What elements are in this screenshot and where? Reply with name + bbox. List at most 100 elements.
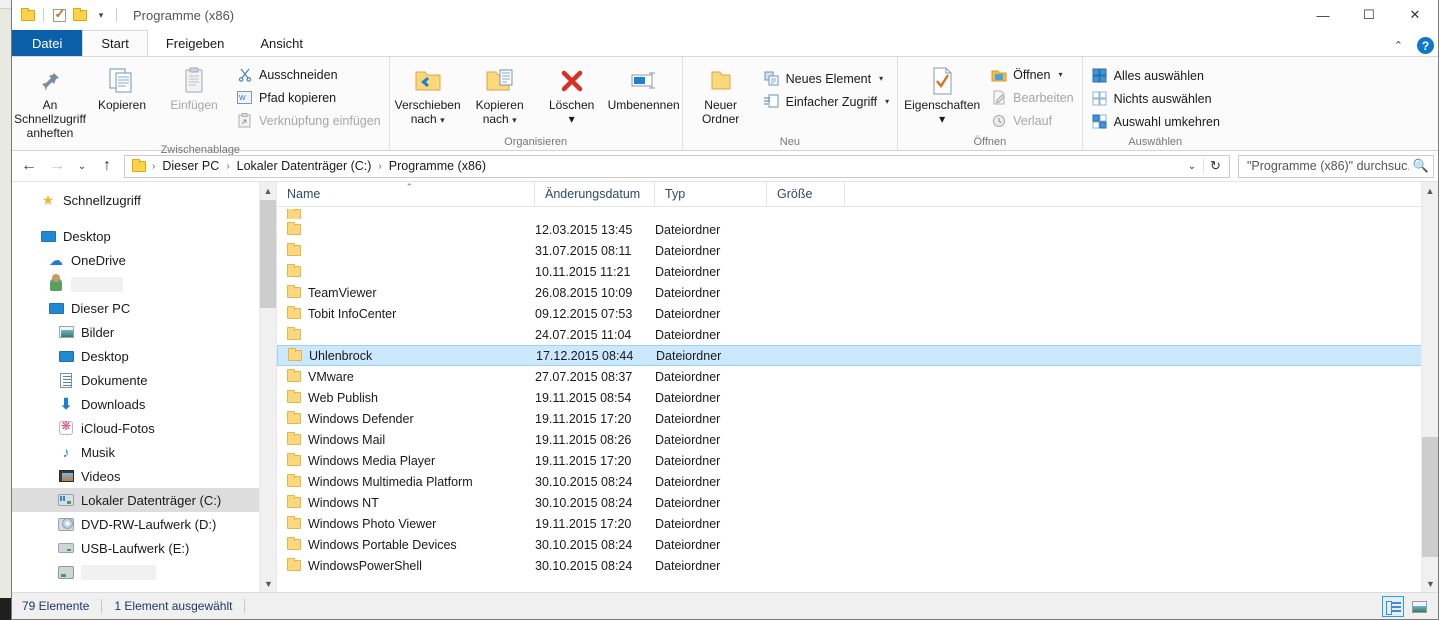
breadcrumb-dieser-pc[interactable]: Dieser PC bbox=[157, 156, 224, 177]
sidebar-item-musik[interactable]: ♪ Musik bbox=[12, 440, 276, 464]
tab-start[interactable]: Start bbox=[82, 30, 148, 56]
table-row[interactable]: Tooling 24.07.2015 11:04 Dateiordner bbox=[277, 324, 1438, 345]
column-header-name[interactable]: ⌃ Name bbox=[277, 182, 535, 207]
delete-button[interactable]: Löschen ▾ bbox=[536, 61, 608, 129]
sidebar-item-network-drive[interactable]: Netzlaufwerk bbox=[12, 560, 276, 584]
address-dropdown-button[interactable]: ⌄ bbox=[1181, 161, 1203, 172]
table-row[interactable]: Windows Portable Devices 30.10.2015 08:24… bbox=[277, 534, 1438, 555]
select-none-button[interactable]: Nichts auswählen bbox=[1085, 87, 1226, 110]
tab-freigeben[interactable]: Freigeben bbox=[148, 30, 243, 56]
scroll-up-arrow-icon[interactable]: ▲ bbox=[1422, 182, 1438, 199]
column-header-typ[interactable]: Typ bbox=[655, 182, 767, 207]
properties-button[interactable]: Eigenschaften ▾ bbox=[900, 61, 984, 129]
ribbon-collapse-button[interactable]: ⌃ bbox=[1388, 37, 1409, 54]
edit-button[interactable]: Bearbeiten bbox=[984, 86, 1079, 109]
sort-ascending-icon: ⌃ bbox=[405, 182, 414, 192]
sidebar-item-user[interactable]: Benutzer bbox=[12, 272, 276, 296]
new-item-button[interactable]: Neues Element ▾ bbox=[757, 67, 896, 90]
copy-path-button[interactable]: W Pfad kopieren bbox=[230, 86, 387, 109]
file-type-cell: Dateiordner bbox=[655, 264, 721, 279]
sidebar-label: Benutzer bbox=[71, 276, 124, 292]
table-row[interactable]: Programm 10.11.2015 11:21 Dateiordner bbox=[277, 261, 1438, 282]
table-row[interactable]: WindowsPowerShell 30.10.2015 08:24 Dateior… bbox=[277, 555, 1438, 576]
close-button[interactable]: ✕ bbox=[1392, 0, 1438, 30]
sidebar-item-desktop[interactable]: Desktop bbox=[12, 224, 276, 248]
new-folder-button[interactable]: Neuer Ordner bbox=[685, 61, 757, 129]
table-row[interactable]: TeamViewer 26.08.2015 10:09 Dateiordner bbox=[277, 282, 1438, 303]
pin-to-quick-access-button[interactable]: An Schnellzugriff anheften bbox=[14, 61, 86, 143]
folder-icon bbox=[288, 348, 302, 361]
file-type-cell: Dateiordner bbox=[655, 306, 721, 321]
tab-datei[interactable]: Datei bbox=[12, 30, 83, 56]
sidebar-item-usb-laufwerk-e[interactable]: USB-Laufwerk (E:) bbox=[12, 536, 276, 560]
qat-new-folder-icon[interactable] bbox=[70, 5, 90, 25]
select-all-button[interactable]: Alles auswählen bbox=[1085, 64, 1226, 87]
rename-button[interactable]: Umbenennen bbox=[608, 61, 680, 115]
copy-button[interactable]: Kopieren bbox=[86, 61, 158, 115]
maximize-button[interactable]: ☐ bbox=[1346, 0, 1392, 30]
sidebar-scrollbar[interactable]: ▲ ▼ bbox=[259, 182, 276, 592]
file-name-cell: Windows Multimedia Platform bbox=[277, 474, 535, 489]
table-row[interactable]: Windows Mail 19.11.2015 08:26 Dateiordner bbox=[277, 429, 1438, 450]
details-view-button[interactable] bbox=[1382, 596, 1404, 617]
scroll-up-arrow-icon[interactable]: ▲ bbox=[260, 182, 276, 199]
qat-customize-dropdown[interactable]: ▾ bbox=[91, 5, 111, 25]
qat-properties-check-icon[interactable] bbox=[49, 5, 69, 25]
open-button[interactable]: Öffnen ▾ bbox=[984, 63, 1079, 86]
table-row[interactable]: Tobit InfoCenter 09.12.2015 07:53 Dateiord… bbox=[277, 303, 1438, 324]
background-window-edge[interactable] bbox=[0, 0, 11, 620]
sidebar-item-schnellzugriff[interactable]: ★ Schnellzugriff bbox=[12, 188, 276, 212]
sidebar-item-desktop-2[interactable]: Desktop bbox=[12, 344, 276, 368]
properties-dropdown-caret[interactable]: ▾ bbox=[939, 112, 945, 126]
search-box[interactable]: "Programme (x86)" durchsuc... 🔍 bbox=[1238, 154, 1434, 178]
hard-drive-icon bbox=[58, 492, 74, 508]
breadcrumb-lokaler-datentraeger[interactable]: Lokaler Datenträger (C:) bbox=[232, 156, 377, 177]
cut-button[interactable]: Ausschneiden bbox=[230, 63, 387, 86]
history-button[interactable]: Verlauf bbox=[984, 109, 1079, 132]
paste-shortcut-button[interactable]: Verknüpfung einfügen bbox=[230, 109, 387, 132]
sidebar-scrollbar-thumb[interactable] bbox=[260, 200, 276, 308]
minimize-button[interactable]: — bbox=[1300, 0, 1346, 30]
sidebar-item-lokaler-datentraeger-c[interactable]: Lokaler Datenträger (C:) bbox=[12, 488, 276, 512]
sidebar-item-dvd-rw-laufwerk-d[interactable]: DVD-RW-Laufwerk (D:) bbox=[12, 512, 276, 536]
move-to-button[interactable]: Verschieben nach ▾ bbox=[392, 61, 464, 130]
scroll-down-arrow-icon[interactable]: ▼ bbox=[260, 575, 276, 592]
table-row[interactable]: Web Publish 19.11.2015 08:54 Dateiordner bbox=[277, 387, 1438, 408]
paste-button[interactable]: Einfügen bbox=[158, 61, 230, 115]
copy-to-button[interactable]: Kopieren nach ▾ bbox=[464, 61, 536, 130]
delete-dropdown-caret[interactable]: ▾ bbox=[569, 112, 575, 126]
breadcrumb-programme-x86[interactable]: Programme (x86) bbox=[384, 156, 491, 177]
help-button[interactable]: ? bbox=[1417, 37, 1434, 54]
table-row[interactable]: Adobe 12.03.2015 13:45 Dateiordner bbox=[277, 219, 1438, 240]
table-row[interactable]: Software bbox=[277, 209, 1438, 219]
table-row[interactable]: Gemeinsame Dateien 31.07.2015 08:11 Dateio… bbox=[277, 240, 1438, 261]
filelist-scrollbar-thumb[interactable] bbox=[1422, 437, 1438, 557]
table-row[interactable]: Uhlenbrock 17.12.2015 08:44 Dateiordner bbox=[277, 345, 1438, 366]
sidebar-item-videos[interactable]: Videos bbox=[12, 464, 276, 488]
table-row[interactable]: Windows Photo Viewer 19.11.2015 17:20 Date… bbox=[277, 513, 1438, 534]
table-row[interactable]: VMware 27.07.2015 08:37 Dateiordner bbox=[277, 366, 1438, 387]
easy-access-button[interactable]: Einfacher Zugriff ▾ bbox=[757, 90, 896, 113]
table-row[interactable]: Windows NT 30.10.2015 08:24 Dateiordner bbox=[277, 492, 1438, 513]
table-row[interactable]: Windows Media Player 19.11.2015 17:20 Date… bbox=[277, 450, 1438, 471]
filelist-scrollbar[interactable]: ▲ ▼ bbox=[1421, 182, 1438, 592]
sidebar-item-icloud-fotos[interactable]: iCloud-Fotos bbox=[12, 416, 276, 440]
refresh-button[interactable]: ↻ bbox=[1203, 158, 1227, 174]
large-icons-view-button[interactable] bbox=[1408, 596, 1430, 617]
search-icon[interactable]: 🔍 bbox=[1409, 158, 1429, 174]
sidebar-item-bilder[interactable]: Bilder bbox=[12, 320, 276, 344]
column-header-groesse[interactable]: Größe bbox=[767, 182, 845, 207]
search-input[interactable]: "Programme (x86)" durchsuc... bbox=[1247, 159, 1409, 173]
scroll-down-arrow-icon[interactable]: ▼ bbox=[1422, 575, 1438, 592]
sidebar-item-dieser-pc[interactable]: Dieser PC bbox=[12, 296, 276, 320]
address-bar[interactable]: › Dieser PC › Lokaler Datenträger (C:) ›… bbox=[124, 154, 1230, 178]
column-header-aenderungsdatum[interactable]: Änderungsdatum bbox=[535, 182, 655, 207]
sidebar-item-dokumente[interactable]: Dokumente bbox=[12, 368, 276, 392]
table-row[interactable]: Windows Multimedia Platform 30.10.2015 08… bbox=[277, 471, 1438, 492]
qat-properties-folder-icon[interactable] bbox=[18, 5, 38, 25]
sidebar-item-downloads[interactable]: ⬇ Downloads bbox=[12, 392, 276, 416]
table-row[interactable]: Windows Defender 19.11.2015 17:20 Dateiord… bbox=[277, 408, 1438, 429]
invert-selection-button[interactable]: Auswahl umkehren bbox=[1085, 110, 1226, 133]
sidebar-item-onedrive[interactable]: ☁ OneDrive bbox=[12, 248, 276, 272]
tab-ansicht[interactable]: Ansicht bbox=[242, 30, 321, 56]
